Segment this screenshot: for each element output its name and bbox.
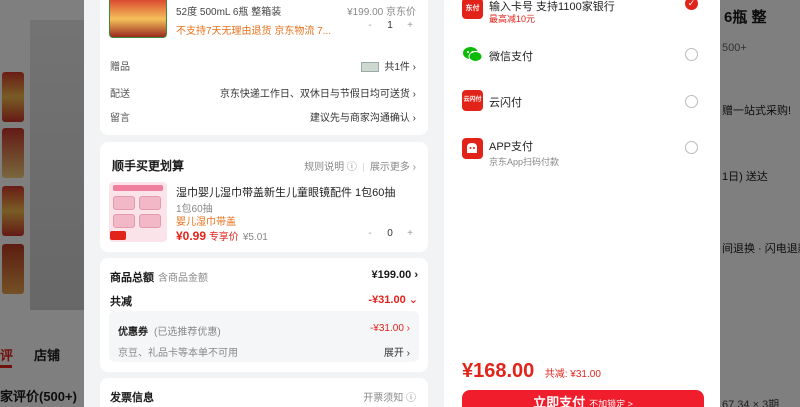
payable-amount: ¥168.00	[462, 360, 535, 382]
delivery-label: 配送	[110, 89, 130, 100]
payment-radio[interactable]	[685, 141, 698, 154]
product-spec: 52度 500mL 6瓶 整箱装	[176, 7, 282, 18]
expand-link[interactable]: 展开 ›	[384, 344, 410, 359]
jd-dog-glyph	[467, 143, 477, 153]
wipes-pack	[113, 196, 135, 210]
coupon-value[interactable]: -¥31.00 ›	[370, 323, 410, 334]
pay-now-button[interactable]: 立即支付 不加锁定 >	[462, 390, 704, 407]
summary-discount: 共减: ¥31.00	[544, 369, 601, 380]
payment-radio[interactable]	[685, 48, 698, 61]
totals-card: 商品总额 含商品金额 ¥199.00 › 共减 -¥31.00 ⌄ 优惠券 (已选推…	[100, 258, 428, 372]
goods-total-hint: 含商品金额	[158, 273, 208, 284]
payment-name: APP支付	[489, 141, 534, 153]
jd-app-icon	[462, 138, 483, 159]
gift-thumb	[361, 62, 380, 73]
promo-badge	[110, 231, 126, 240]
invoice-notice-link[interactable]: 开票须知 ⓘ	[363, 389, 416, 404]
discount-label: 共减	[110, 296, 132, 308]
payable-summary: ¥168.00 共减: ¥31.00	[462, 360, 601, 383]
payment-option-unionpay[interactable]: 云闪付 云闪付	[462, 90, 698, 130]
product-card: 52度 500mL 6瓶 整箱装 ¥199.00 京东价 不支持7天无理由退货 …	[100, 0, 428, 135]
payment-option-wechat[interactable]: 微信支付	[462, 44, 698, 84]
payment-radio[interactable]	[685, 95, 698, 108]
coupon-box: 优惠券 (已选推荐优惠) -¥31.00 › 京豆、礼品卡等本单不可用 展开 ›	[109, 311, 419, 362]
delivery-row[interactable]: 配送 京东快递工作日、双休日与节假日均可送货 ›	[110, 85, 416, 101]
payment-column: 东付 输入卡号 支持1100家银行 最高减10元 ✓ 微信支付 云闪付 云闪付	[444, 0, 720, 407]
product-notice: 不支持7天无理由退货 京东物流 7...	[176, 26, 332, 37]
payment-option-jd-pay[interactable]: 东付 输入卡号 支持1100家银行 最高减10元 ✓	[462, 0, 698, 34]
gift-value[interactable]: 共1件 ›	[361, 58, 416, 73]
coupon-label: 优惠券 (已选推荐优惠)	[118, 323, 221, 338]
unavailable-note: 京豆、礼品卡等本单不可用	[118, 348, 238, 359]
jd-pay-icon: 东付	[462, 0, 483, 19]
pay-now-sub: 不加锁定 >	[589, 399, 633, 407]
invoice-title: 发票信息	[110, 392, 154, 404]
decrease-button[interactable]: -	[364, 228, 376, 239]
payment-promo: 最高减10元	[489, 14, 536, 24]
delivery-value[interactable]: 京东快递工作日、双休日与节假日均可送货 ›	[220, 85, 416, 100]
wechat-glyph	[463, 47, 483, 62]
order-details-column: 52度 500mL 6瓶 整箱装 ¥199.00 京东价 不支持7天无理由退货 …	[84, 0, 444, 407]
addon-price-tag: 专享价	[208, 232, 239, 243]
addon-quantity-stepper[interactable]: - 0 +	[362, 226, 418, 244]
wipes-pack	[113, 214, 135, 228]
pay-now-label: 立即支付	[533, 395, 586, 407]
rules-link[interactable]: 规则说明 ⓘ	[304, 162, 357, 173]
payment-name: 微信支付	[489, 51, 533, 63]
wechat-pay-icon	[462, 44, 483, 65]
increase-button[interactable]: +	[404, 228, 416, 239]
pack-header	[113, 185, 163, 191]
checkout-modal: 52度 500mL 6瓶 整箱装 ¥199.00 京东价 不支持7天无理由退货 …	[84, 0, 720, 407]
divider	[362, 162, 364, 172]
addon-product-tag: 婴儿湿巾带盖	[176, 217, 236, 228]
payment-desc: 京东App扫码付款	[489, 157, 560, 167]
gift-count: 共1件 ›	[384, 62, 416, 73]
discount-value[interactable]: -¥31.00 ⌄	[368, 293, 418, 306]
wipes-pack	[139, 196, 161, 210]
message-value[interactable]: 建议先与商家沟通确认 ›	[310, 109, 416, 124]
gift-label: 赠品	[110, 62, 130, 73]
addon-product-image[interactable]	[109, 182, 167, 242]
show-more-link[interactable]: 展示更多 ›	[370, 162, 416, 173]
coupon-label-text: 优惠券	[118, 327, 148, 338]
goods-total-text: 商品总额	[110, 272, 154, 284]
product-image	[109, 0, 167, 38]
quantity-value[interactable]: 0	[376, 228, 404, 239]
goods-total-label: 商品总额 含商品金额	[110, 269, 208, 285]
addon-links: 规则说明 ⓘ 展示更多 ›	[304, 158, 416, 173]
quantity-value[interactable]: 1	[376, 20, 404, 31]
addon-product-name[interactable]: 湿巾婴儿湿巾带盖新生儿童眼镜配件 1包60抽	[176, 184, 395, 200]
payment-name: 云闪付	[489, 97, 522, 109]
addon-original-price: ¥5.01	[242, 232, 268, 243]
gift-row[interactable]: 赠品 共1件 ›	[110, 58, 416, 74]
payment-option-app[interactable]: APP支付 京东App扫码付款	[462, 134, 698, 174]
quantity-stepper[interactable]: - 1 +	[362, 18, 418, 36]
unionpay-icon: 云闪付	[462, 90, 483, 111]
coupon-hint: (已选推荐优惠)	[154, 327, 221, 338]
addon-price-line: ¥0.99 专享价 ¥5.01	[176, 228, 268, 243]
increase-button[interactable]: +	[404, 20, 416, 31]
decrease-button[interactable]: -	[364, 20, 376, 31]
addon-title: 顺手买更划算	[112, 159, 185, 173]
message-row[interactable]: 留言 建议先与商家沟通确认 ›	[110, 109, 416, 125]
wipes-pack	[139, 214, 161, 228]
invoice-card: 发票信息 开票须知 ⓘ	[100, 378, 428, 407]
message-label: 留言	[110, 113, 130, 124]
selected-check-icon[interactable]: ✓	[685, 0, 698, 10]
addon-price: ¥0.99	[176, 229, 207, 243]
goods-total-value[interactable]: ¥199.00 ›	[372, 269, 418, 281]
product-price: ¥199.00 京东价	[347, 7, 416, 18]
addon-card: 顺手买更划算 规则说明 ⓘ 展示更多 › 湿巾婴儿湿巾带盖新生儿童眼镜配件 1包6…	[100, 142, 428, 252]
